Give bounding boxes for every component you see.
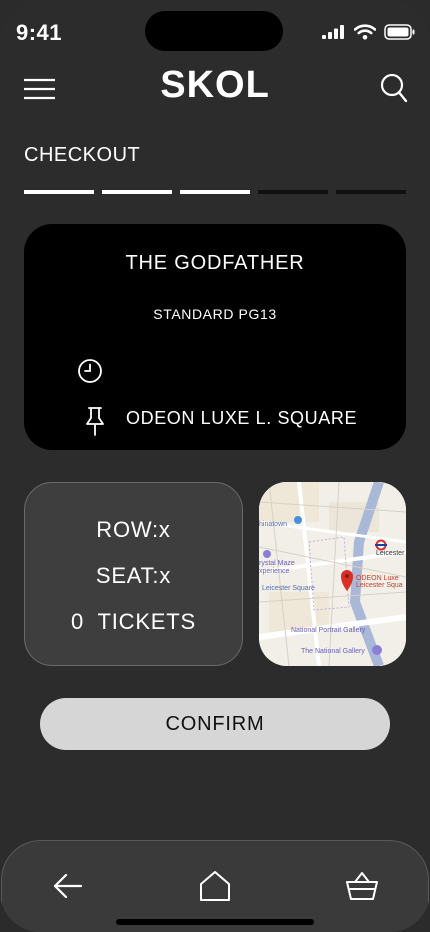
location-map[interactable]: hinatown Leicester rystal Maze xperience… [259,482,406,666]
map-label: Leicester Squa [356,582,403,589]
map-label: National Portrait Gallery [291,627,366,634]
pushpin-icon [86,407,104,436]
map-label: Leicester Square [262,585,315,592]
map-graphic: hinatown Leicester rystal Maze xperience… [259,482,406,666]
phone-screen: 9:41 SKOL CHECKOUT THE GODFATHER STANDAR… [0,0,430,932]
home-indicator [116,919,314,925]
venue-name: ODEON LUXE L. SQUARE [126,408,358,428]
clock-icon [78,359,102,383]
map-label: Leicester [376,550,405,557]
map-label: hinatown [259,521,287,528]
brand-logo[interactable]: SKOL [0,64,430,107]
checkout-progress [24,190,406,194]
confirm-button[interactable]: CONFIRM [40,698,390,750]
progress-step [258,190,328,194]
wifi-icon [354,24,376,40]
arrow-left-icon[interactable] [51,869,85,903]
seat-number: SEAT:x [95,563,172,588]
map-label: The National Gallery [301,648,365,655]
map-label: rystal Maze [259,560,295,567]
movie-format: STANDARD PG13 [153,306,277,322]
seat-row: ROW:x [96,517,171,542]
progress-step [336,190,406,194]
map-label: xperience [259,568,289,575]
basket-icon[interactable] [345,869,379,903]
home-icon[interactable] [198,869,232,903]
status-icons [322,24,416,40]
search-icon[interactable] [380,72,408,104]
map-label: ODEON Luxe [356,575,399,582]
movie-title: THE GODFATHER [125,252,305,274]
progress-step [102,190,172,194]
progress-step [24,190,94,194]
signal-icon [322,25,344,39]
seat-card[interactable]: ROW:x SEAT:x 0 TICKETS [24,482,243,666]
dynamic-island [145,11,283,51]
movie-card[interactable]: THE GODFATHER STANDARD PG13 ODEON LUXE L… [24,224,406,450]
progress-step [180,190,250,194]
battery-icon [384,24,415,40]
status-time: 9:41 [16,20,63,45]
ticket-count: 0 TICKETS [71,609,196,634]
page-title: CHECKOUT [24,144,141,166]
